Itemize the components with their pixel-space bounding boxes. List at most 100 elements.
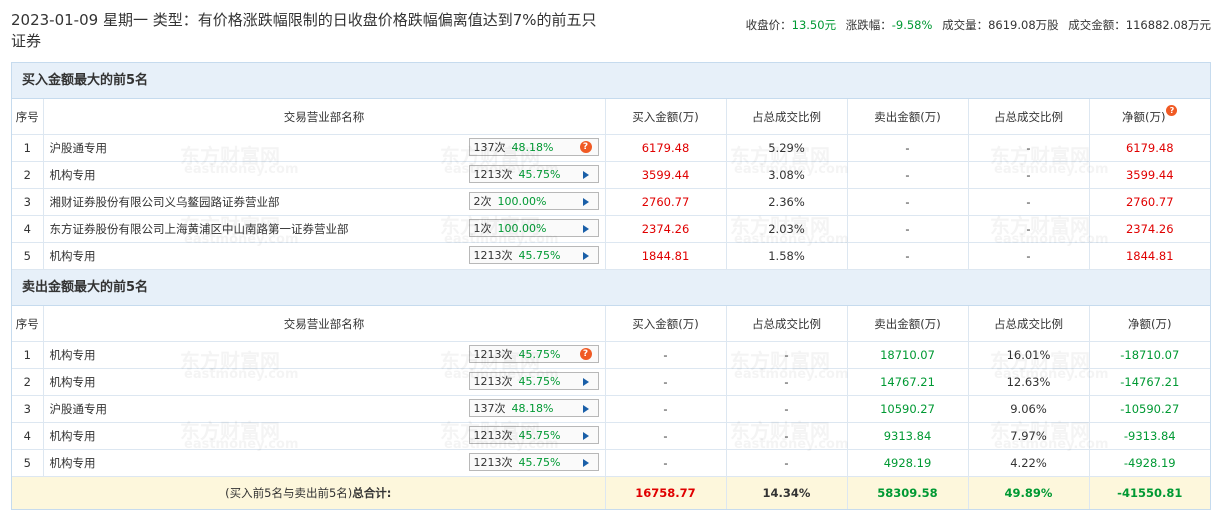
column-header: 交易营业部名称	[43, 99, 606, 135]
broker-name-link[interactable]: 机构专用	[50, 348, 96, 362]
broker-name-link[interactable]: 湘财证券股份有限公司义乌鳌园路证券营业部	[50, 195, 280, 209]
table-row: 1 沪股通专用 137次 48.18%? 6179.48 5.29% - -6179.48	[12, 134, 1210, 162]
listing-count: 137次	[473, 141, 506, 154]
amount-label: 成交金额：	[1068, 18, 1126, 32]
table-row: 3 湘财证券股份有限公司义乌鳌园路证券营业部 2次 100.00% 2760.77 2.3…	[12, 188, 1210, 216]
expand-arrow-icon[interactable]	[582, 405, 589, 413]
broker-stats-button[interactable]: 1213次 45.75%?	[468, 345, 599, 363]
total-sell-ratio: 49.89%	[968, 476, 1090, 509]
column-header: 占总成交比例	[726, 99, 848, 135]
sell-amount: 9313.84	[847, 422, 969, 450]
sell-header-row: 序号 交易营业部名称 买入金额(万) 占总成交比例 卖出金额(万) 占总成交比例 净额(万)	[12, 306, 1210, 342]
page-header: 2023-01-09 星期一 类型：有价格涨跌幅限制的日收盘价格跌幅偏离值达到7…	[11, 6, 1211, 56]
buy-ratio: 5.29%	[726, 134, 848, 162]
broker-name-cell: 机构专用 1213次 45.75%	[43, 449, 606, 477]
broker-stats-button[interactable]: 1213次 45.75%	[468, 372, 599, 390]
listing-count: 1213次	[473, 249, 513, 262]
net-amount: -18710.07	[1089, 341, 1210, 369]
volume-label: 成交量：	[942, 18, 989, 32]
row-index: 3	[12, 395, 44, 423]
net-amount: 3599.44	[1089, 161, 1210, 189]
broker-name-link[interactable]: 东方证券股份有限公司上海黄浦区中山南路第一证券营业部	[50, 222, 349, 236]
buy-ratio: -	[726, 449, 848, 477]
question-icon[interactable]: ?	[579, 141, 592, 153]
row-index: 1	[12, 134, 44, 162]
sell-amount: 14767.21	[847, 368, 969, 396]
broker-name-link[interactable]: 机构专用	[50, 429, 96, 443]
expand-arrow-icon[interactable]	[582, 225, 589, 233]
listing-count: 137次	[473, 402, 506, 415]
change-label: 涨跌幅：	[845, 18, 892, 32]
net-amount: -9313.84	[1089, 422, 1210, 450]
sell-amount: 4928.19	[847, 449, 969, 477]
sell-ratio: 4.22%	[968, 449, 1090, 477]
broker-stats-button[interactable]: 137次 48.18%?	[468, 138, 599, 156]
win-rate: 45.75%	[518, 249, 561, 262]
expand-arrow-icon[interactable]	[582, 459, 589, 467]
sell-ratio: 7.97%	[968, 422, 1090, 450]
sell-amount: -	[847, 188, 969, 216]
sell-ratio: 12.63%	[968, 368, 1090, 396]
row-index: 3	[12, 188, 44, 216]
net-amount: -4928.19	[1089, 449, 1210, 477]
table-row: 3 沪股通专用 137次 48.18% - -10590.27 9.06% -10590.27	[12, 395, 1210, 423]
broker-stats-button[interactable]: 1213次 45.75%	[468, 426, 599, 444]
broker-stats-button[interactable]: 2次 100.00%	[468, 192, 599, 210]
column-header: 买入金额(万)	[605, 99, 727, 135]
buy-ratio: 2.36%	[726, 188, 848, 216]
broker-name-link[interactable]: 沪股通专用	[50, 402, 108, 416]
expand-arrow-icon[interactable]	[582, 252, 589, 260]
broker-name-link[interactable]: 机构专用	[50, 249, 96, 263]
sell-ratio: -	[968, 242, 1090, 270]
column-header: 买入金额(万)	[605, 306, 727, 342]
sell-ratio: -	[968, 161, 1090, 189]
total-label: (买入前5名与卖出前5名)总合计:	[12, 476, 606, 509]
buy-ratio: -	[726, 395, 848, 423]
sell-ratio: 9.06%	[968, 395, 1090, 423]
listing-count: 1213次	[473, 429, 513, 442]
broker-name-link[interactable]: 沪股通专用	[50, 141, 108, 155]
broker-name-link[interactable]: 机构专用	[50, 375, 96, 389]
broker-stats-button[interactable]: 1次 100.00%	[468, 219, 599, 237]
broker-name-link[interactable]: 机构专用	[50, 456, 96, 470]
broker-name-cell: 机构专用 1213次 45.75%?	[43, 341, 606, 369]
buy-ratio: 1.58%	[726, 242, 848, 270]
total-sell: 58309.58	[847, 476, 969, 509]
buy-amount: 2760.77	[605, 188, 727, 216]
buy-ratio: -	[726, 422, 848, 450]
net-amount: 1844.81	[1089, 242, 1210, 270]
broker-stats-button[interactable]: 1213次 45.75%	[468, 165, 599, 183]
close-price-label: 收盘价：	[745, 18, 792, 32]
row-index: 4	[12, 215, 44, 243]
buy-amount: -	[605, 341, 727, 369]
table-row: 2 机构专用 1213次 45.75% 3599.44 3.08% - -3599.44	[12, 161, 1210, 189]
broker-stats-button[interactable]: 1213次 45.75%	[468, 246, 599, 264]
amount-value: 116882.08万元	[1125, 18, 1211, 32]
broker-name-link[interactable]: 机构专用	[50, 168, 96, 182]
close-price-value: 13.50元	[791, 18, 837, 32]
column-header: 净额(万)?	[1089, 99, 1210, 135]
buy-amount: 3599.44	[605, 161, 727, 189]
help-icon[interactable]: ?	[1166, 104, 1178, 116]
buy-amount: -	[605, 368, 727, 396]
question-icon[interactable]: ?	[579, 348, 592, 360]
column-header: 占总成交比例	[968, 306, 1090, 342]
row-index: 5	[12, 449, 44, 477]
expand-arrow-icon[interactable]	[582, 378, 589, 386]
table-row: 1 机构专用 1213次 45.75%? - -18710.07 16.01% -18710.…	[12, 341, 1210, 369]
total-buy-ratio: 14.34%	[726, 476, 848, 509]
sell-ratio: 16.01%	[968, 341, 1090, 369]
table-row: 4 机构专用 1213次 45.75% - -9313.84 7.97% -9313.84	[12, 422, 1210, 450]
table-row: 5 机构专用 1213次 45.75% - -4928.19 4.22% -4928.19	[12, 449, 1210, 477]
listing-count: 2次	[473, 195, 492, 208]
broker-stats-button[interactable]: 137次 48.18%	[468, 399, 599, 417]
broker-name-cell: 沪股通专用 137次 48.18%?	[43, 134, 606, 162]
listing-count: 1次	[473, 222, 492, 235]
expand-arrow-icon[interactable]	[582, 432, 589, 440]
broker-stats-button[interactable]: 1213次 45.75%	[468, 453, 599, 471]
column-header: 交易营业部名称	[43, 306, 606, 342]
sell-ratio: -	[968, 188, 1090, 216]
expand-arrow-icon[interactable]	[582, 171, 589, 179]
table-row: 5 机构专用 1213次 45.75% 1844.81 1.58% - -1844.81	[12, 242, 1210, 270]
expand-arrow-icon[interactable]	[582, 198, 589, 206]
